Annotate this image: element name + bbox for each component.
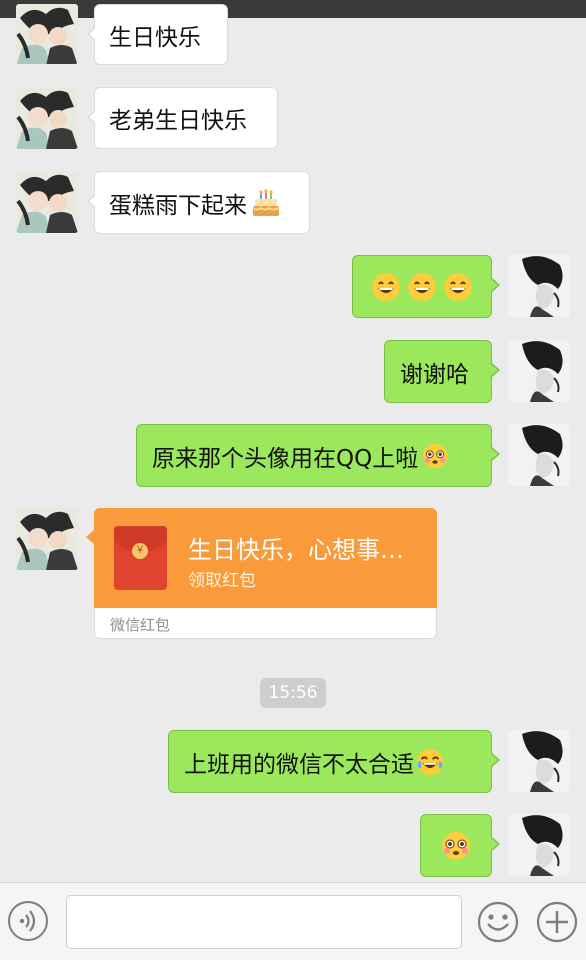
status-bar [0, 0, 586, 18]
message-text: 谢谢哈 [400, 361, 469, 388]
timestamp: 15:56 [260, 678, 326, 708]
coin-icon: ￥ [132, 543, 148, 559]
grinning-face-icon [443, 272, 473, 302]
self-avatar[interactable] [508, 730, 570, 792]
message-bubble[interactable]: 原来那个头像用在QQ上啦 [136, 424, 500, 487]
friend-avatar[interactable] [16, 171, 78, 233]
friend-avatar[interactable] [16, 4, 78, 64]
plus-icon[interactable] [536, 901, 578, 943]
message-bubble[interactable] [352, 255, 500, 318]
message-bubble[interactable]: 生日快乐 [87, 4, 228, 65]
red-packet-footer: 微信红包 [94, 608, 437, 639]
message-text: 老弟生日快乐 [109, 108, 247, 134]
red-packet-subtitle: 领取红包 [188, 571, 256, 591]
message-text: 原来那个头像用在QQ上啦 [152, 445, 419, 472]
friend-avatar[interactable] [16, 87, 78, 149]
tears-of-joy-icon [416, 748, 444, 776]
self-avatar[interactable] [508, 340, 570, 402]
red-packet-card[interactable]: ￥ 生日快乐，心想事… 领取红包 微信红包 [86, 508, 437, 639]
message-bubble[interactable] [420, 814, 500, 877]
grinning-face-icon [371, 272, 401, 302]
red-envelope-icon: ￥ [114, 526, 167, 590]
message-text: 上班用的微信不太合适 [184, 751, 414, 778]
message-bubble[interactable]: 上班用的微信不太合适 [168, 730, 500, 793]
grinning-face-icon [407, 272, 437, 302]
flushed-face-icon [422, 443, 448, 469]
birthday-cake-icon [251, 188, 281, 218]
friend-avatar[interactable] [16, 508, 78, 570]
message-bubble[interactable]: 老弟生日快乐 [87, 87, 278, 149]
self-avatar[interactable] [508, 814, 570, 876]
voice-icon[interactable] [8, 901, 48, 941]
message-bubble[interactable]: 蛋糕雨下起来 [87, 171, 310, 234]
self-avatar[interactable] [508, 255, 570, 317]
message-text: 蛋糕雨下起来 [109, 192, 247, 219]
input-bar [0, 882, 586, 960]
red-packet-header: ￥ 生日快乐，心想事… 领取红包 [94, 508, 437, 608]
red-packet-footer-label: 微信红包 [110, 616, 171, 634]
flushed-face-icon [441, 831, 471, 861]
message-input[interactable] [66, 895, 462, 949]
self-avatar[interactable] [508, 424, 570, 486]
message-bubble[interactable]: 谢谢哈 [384, 340, 500, 403]
message-text: 生日快乐 [109, 24, 201, 51]
smiley-icon[interactable] [477, 901, 519, 943]
red-packet-title: 生日快乐，心想事… [188, 536, 404, 564]
